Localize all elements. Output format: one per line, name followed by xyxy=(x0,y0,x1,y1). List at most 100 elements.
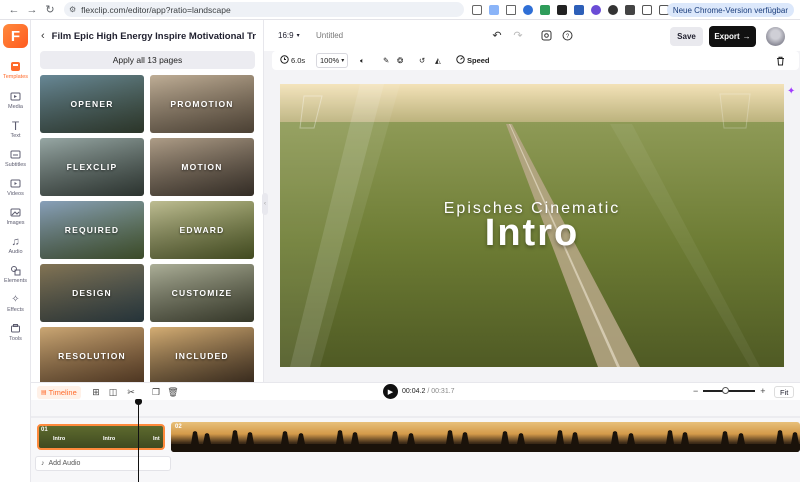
rail-item-templates[interactable]: Templates xyxy=(0,56,31,84)
bookmark-icon[interactable] xyxy=(506,4,516,15)
split-view-icon[interactable]: ◫ xyxy=(107,386,119,398)
translate-icon[interactable] xyxy=(489,4,499,15)
rotate-icon[interactable]: ↺ xyxy=(419,53,425,68)
rail-item-text[interactable]: T Text xyxy=(0,115,31,143)
browser-nav: ← → ↻ xyxy=(0,2,58,18)
template-title: Film Epic High Energy Inspire Motivation… xyxy=(51,30,256,42)
add-audio-button[interactable]: ♪ Add Audio xyxy=(35,456,171,471)
zoom-slider-knob[interactable] xyxy=(722,387,730,394)
template-thumbnail[interactable]: RESOLUTION xyxy=(40,327,144,385)
media-icon xyxy=(10,91,22,103)
speed-label: Speed xyxy=(467,56,490,65)
rail-item-media[interactable]: Media xyxy=(0,86,31,114)
zoom-select[interactable]: 100% ▾ xyxy=(316,53,349,68)
extension-blue2-icon[interactable] xyxy=(574,4,584,15)
template-thumbnail-label: PROMOTION xyxy=(170,99,234,109)
panel-collapse-handle[interactable]: ‹ xyxy=(262,193,268,215)
rail-item-elements[interactable]: Elements xyxy=(0,260,31,288)
template-thumbnail[interactable]: INCLUDED xyxy=(150,327,254,385)
reload-icon[interactable]: ↻ xyxy=(42,2,58,18)
color-filter-icon[interactable]: ❂ xyxy=(397,53,403,68)
delete-icon[interactable]: 🗑︎ xyxy=(167,386,179,398)
address-bar[interactable]: ⚙ flexclip.com/editor/app?ratio=landscap… xyxy=(64,2,464,17)
template-thumbnail-label: INCLUDED xyxy=(175,351,229,361)
left-rail: F Templates Media T Text Subtitles Video… xyxy=(0,20,31,482)
clock-icon xyxy=(280,55,289,66)
template-thumbnail-label: DESIGN xyxy=(72,288,112,298)
canvas-title-text[interactable]: Intro xyxy=(280,212,784,255)
extension-blue-icon[interactable] xyxy=(523,4,533,15)
forward-icon[interactable]: → xyxy=(24,2,40,18)
chrome-update-pill[interactable]: Neue Chrome-Version verfügbar xyxy=(666,3,794,17)
timeline-tracks: 01 Intro Intro Int 02 ♪ Add Audio xyxy=(31,400,800,482)
extension-pen-icon[interactable] xyxy=(642,4,652,15)
template-thumbnail[interactable]: EDWARD xyxy=(150,201,254,259)
duration-control[interactable]: 6.0s xyxy=(280,53,305,68)
text-icon: T xyxy=(11,118,20,133)
fit-button[interactable]: Fit xyxy=(774,386,795,398)
flexclip-logo[interactable]: F xyxy=(3,24,28,48)
help-icon[interactable]: ? xyxy=(560,28,574,42)
clip-1-label-b: Intro xyxy=(103,436,116,442)
template-thumbnail[interactable]: MOTION xyxy=(150,138,254,196)
speed-control[interactable]: Speed xyxy=(456,53,490,68)
rail-item-videos[interactable]: Videos xyxy=(0,173,31,201)
play-button[interactable]: ▶ xyxy=(383,384,398,399)
flip-icon[interactable]: ◭ xyxy=(435,53,441,68)
undo-icon[interactable]: ↶ xyxy=(490,28,504,42)
magic-wand-icon[interactable]: ✎ xyxy=(383,53,389,68)
template-thumbnail[interactable]: CUSTOMIZE xyxy=(150,264,254,322)
scissors-icon[interactable]: ✂ xyxy=(125,386,137,398)
redo-icon[interactable]: ↷ xyxy=(511,28,525,42)
template-thumbnail[interactable]: FLEXCLIP xyxy=(40,138,144,196)
back-icon[interactable]: ← xyxy=(6,2,22,18)
screenshot-icon[interactable] xyxy=(539,28,553,42)
trash-icon[interactable] xyxy=(776,53,785,68)
rail-item-tools[interactable]: Tools xyxy=(0,318,31,346)
export-label: Export xyxy=(714,32,740,41)
save-button[interactable]: Save xyxy=(670,27,703,46)
ai-sparkle-icon[interactable]: ✦ xyxy=(787,86,798,97)
add-audio-label: Add Audio xyxy=(48,460,81,467)
aspect-ratio-select[interactable]: 16:9 ▾ xyxy=(278,31,300,40)
template-thumbnail[interactable]: DESIGN xyxy=(40,264,144,322)
template-thumbnail[interactable]: PROMOTION xyxy=(150,75,254,133)
zoom-slider[interactable] xyxy=(703,387,756,394)
extension-dark-icon[interactable] xyxy=(557,4,567,15)
extension-purple-icon[interactable] xyxy=(591,4,601,15)
zoom-in-icon[interactable]: + xyxy=(760,386,765,396)
template-thumbnail[interactable]: REQUIRED xyxy=(40,201,144,259)
zoom-out-icon[interactable]: − xyxy=(693,386,698,396)
rail-item-effects[interactable]: ✧ Effects xyxy=(0,289,31,317)
clip-toolbar: 6.0s 100% ▾ 🔈︎ ✎ ❂ ↺ ◭ Speed xyxy=(272,51,799,70)
project-name[interactable]: Untitled xyxy=(316,31,343,40)
video-canvas[interactable]: Episches Cinematic Intro xyxy=(280,84,784,367)
rail-item-audio[interactable]: ♫ Audio xyxy=(0,231,31,259)
template-thumbnail[interactable]: OPENER xyxy=(40,75,144,133)
volume-icon[interactable]: 🔈︎ xyxy=(360,53,365,68)
cast-icon[interactable] xyxy=(472,4,482,15)
timeline-controls: ▤ Timeline ⊞ ◫ ✂ ❐ 🗑︎ ▶ 00:04.2 / 00:31.… xyxy=(31,382,800,400)
apply-all-pages-button[interactable]: Apply all 13 pages xyxy=(40,51,255,69)
export-button[interactable]: Export → xyxy=(709,26,756,47)
extension-box-icon[interactable] xyxy=(625,4,635,15)
browser-toolbar: ← → ↻ ⚙ flexclip.com/editor/app?ratio=la… xyxy=(0,0,800,20)
extension-green-icon[interactable] xyxy=(540,4,550,15)
timeline-tab[interactable]: ▤ Timeline xyxy=(37,386,81,399)
duration-value: 6.0s xyxy=(291,56,306,65)
back-chevron-icon[interactable]: ‹ xyxy=(41,30,45,42)
clip-2[interactable]: 02 xyxy=(171,422,800,452)
clip-1[interactable]: 01 Intro Intro Int xyxy=(37,424,165,450)
site-info-icon[interactable]: ⚙ xyxy=(69,5,76,14)
panel-header: ‹ Film Epic High Energy Inspire Motivati… xyxy=(41,30,256,42)
add-clip-icon[interactable]: ⊞ xyxy=(90,386,102,398)
rail-item-subtitles[interactable]: Subtitles xyxy=(0,144,31,172)
aspect-ratio-value: 16:9 xyxy=(278,31,294,40)
timeline-ruler[interactable] xyxy=(31,400,800,418)
rail-item-images[interactable]: Images xyxy=(0,202,31,230)
duplicate-icon[interactable]: ❐ xyxy=(150,386,162,398)
chrome-update-text: Neue Chrome-Version verfügbar xyxy=(672,5,788,15)
extension-circle-icon[interactable] xyxy=(608,4,618,15)
playhead[interactable] xyxy=(138,401,139,482)
avatar[interactable] xyxy=(766,27,785,46)
